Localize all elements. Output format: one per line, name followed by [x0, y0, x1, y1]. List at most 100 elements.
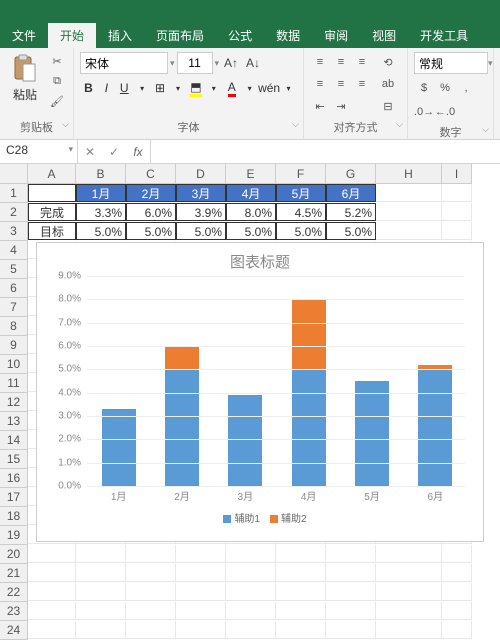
cell-D3[interactable]: 5.0% — [176, 222, 226, 240]
row-header-23[interactable]: 23 — [0, 602, 28, 621]
cell-E1[interactable]: 4月 — [226, 184, 276, 202]
cell-A1[interactable] — [28, 184, 76, 202]
col-header-E[interactable]: E — [226, 164, 276, 184]
tab-开发工具[interactable]: 开发工具 — [408, 23, 480, 48]
cell-A2[interactable]: 完成 — [28, 203, 76, 221]
cell-H21[interactable] — [376, 564, 442, 582]
spreadsheet-grid[interactable]: ABCDEFGHI 11月2月3月4月5月6月2完成3.3%6.0%3.9%8.… — [0, 164, 500, 640]
row-header-2[interactable]: 2 — [0, 203, 28, 222]
row-header-21[interactable]: 21 — [0, 564, 28, 583]
cell-I3[interactable] — [442, 222, 472, 240]
cell-D24[interactable] — [176, 621, 226, 639]
tab-开始[interactable]: 开始 — [48, 23, 96, 48]
cell-B2[interactable]: 3.3% — [76, 203, 126, 221]
row-header-17[interactable]: 17 — [0, 488, 28, 507]
cell-I24[interactable] — [442, 621, 472, 639]
col-header-C[interactable]: C — [126, 164, 176, 184]
cell-C1[interactable]: 2月 — [126, 184, 176, 202]
row-header-1[interactable]: 1 — [0, 184, 28, 203]
cell-E21[interactable] — [226, 564, 276, 582]
cell-F20[interactable] — [276, 545, 326, 563]
border-dropdown[interactable]: ▾ — [170, 78, 187, 98]
select-all-corner[interactable] — [0, 164, 28, 184]
cell-D2[interactable]: 3.9% — [176, 203, 226, 221]
number-format-select[interactable] — [414, 52, 488, 74]
phonetic-dropdown[interactable]: ▾ — [280, 78, 297, 98]
cell-I22[interactable] — [442, 583, 472, 601]
decrease-indent-button[interactable]: ⇤ — [310, 96, 330, 116]
row-header-3[interactable]: 3 — [0, 222, 28, 241]
paste-button[interactable]: 粘贴 — [6, 52, 44, 105]
chart-title[interactable]: 图表标题 — [37, 243, 483, 276]
cell-C20[interactable] — [126, 545, 176, 563]
cell-C23[interactable] — [126, 602, 176, 620]
bold-button[interactable]: B — [80, 78, 97, 98]
cell-B22[interactable] — [76, 583, 126, 601]
fx-button[interactable]: fx — [126, 142, 150, 162]
increase-indent-button[interactable]: ⇥ — [331, 96, 351, 116]
embedded-chart[interactable]: 图表标题 0.0%1.0%2.0%3.0%4.0%5.0%6.0%7.0%8.0… — [36, 242, 484, 542]
increase-decimal-button[interactable]: .0→ — [414, 102, 434, 122]
align-center-button[interactable]: ≡ — [331, 74, 351, 94]
align-top-button[interactable]: ≡ — [310, 52, 330, 72]
cell-A3[interactable]: 目标 — [28, 222, 76, 240]
border-button[interactable]: ⊞ — [152, 78, 169, 98]
copy-button[interactable]: ⧉ — [48, 72, 66, 90]
comma-button[interactable]: , — [456, 78, 476, 98]
percent-button[interactable]: % — [435, 78, 455, 98]
cell-H24[interactable] — [376, 621, 442, 639]
cell-C3[interactable]: 5.0% — [126, 222, 176, 240]
cell-G3[interactable]: 5.0% — [326, 222, 376, 240]
orientation-button[interactable]: ⟲ — [378, 52, 398, 72]
cell-I21[interactable] — [442, 564, 472, 582]
col-header-F[interactable]: F — [276, 164, 326, 184]
cell-F21[interactable] — [276, 564, 326, 582]
fill-color-dropdown[interactable]: ▾ — [205, 78, 222, 98]
row-header-14[interactable]: 14 — [0, 431, 28, 450]
tab-公式[interactable]: 公式 — [216, 23, 264, 48]
cell-F24[interactable] — [276, 621, 326, 639]
cell-E2[interactable]: 8.0% — [226, 203, 276, 221]
cell-B20[interactable] — [76, 545, 126, 563]
cell-B21[interactable] — [76, 564, 126, 582]
row-header-9[interactable]: 9 — [0, 336, 28, 355]
tab-审阅[interactable]: 审阅 — [312, 23, 360, 48]
cell-D21[interactable] — [176, 564, 226, 582]
cell-B23[interactable] — [76, 602, 126, 620]
font-color-button[interactable]: A — [223, 78, 240, 98]
cell-B24[interactable] — [76, 621, 126, 639]
cell-G24[interactable] — [326, 621, 376, 639]
align-left-button[interactable]: ≡ — [310, 74, 330, 94]
cell-B3[interactable]: 5.0% — [76, 222, 126, 240]
cell-B1[interactable]: 1月 — [76, 184, 126, 202]
cell-A22[interactable] — [28, 583, 76, 601]
tab-插入[interactable]: 插入 — [96, 23, 144, 48]
col-header-A[interactable]: A — [28, 164, 76, 184]
cell-F2[interactable]: 4.5% — [276, 203, 326, 221]
col-header-G[interactable]: G — [326, 164, 376, 184]
cell-C22[interactable] — [126, 583, 176, 601]
cancel-formula-button[interactable]: ✕ — [78, 142, 102, 162]
cell-H3[interactable] — [376, 222, 442, 240]
name-box[interactable]: C28 — [0, 140, 78, 163]
cell-D23[interactable] — [176, 602, 226, 620]
col-header-I[interactable]: I — [442, 164, 472, 184]
tab-数据[interactable]: 数据 — [264, 23, 312, 48]
font-size-input[interactable] — [177, 52, 213, 74]
cell-F23[interactable] — [276, 602, 326, 620]
cell-D20[interactable] — [176, 545, 226, 563]
cell-E22[interactable] — [226, 583, 276, 601]
cell-H1[interactable] — [376, 184, 442, 202]
formula-input[interactable] — [151, 140, 500, 163]
row-header-19[interactable]: 19 — [0, 526, 28, 545]
cell-A24[interactable] — [28, 621, 76, 639]
cell-E20[interactable] — [226, 545, 276, 563]
align-middle-button[interactable]: ≡ — [331, 52, 351, 72]
row-header-6[interactable]: 6 — [0, 279, 28, 298]
row-header-22[interactable]: 22 — [0, 583, 28, 602]
cell-I2[interactable] — [442, 203, 472, 221]
cell-G23[interactable] — [326, 602, 376, 620]
cell-I23[interactable] — [442, 602, 472, 620]
phonetic-button[interactable]: wén — [259, 78, 279, 98]
fill-color-button[interactable]: ⬒ — [187, 78, 204, 98]
